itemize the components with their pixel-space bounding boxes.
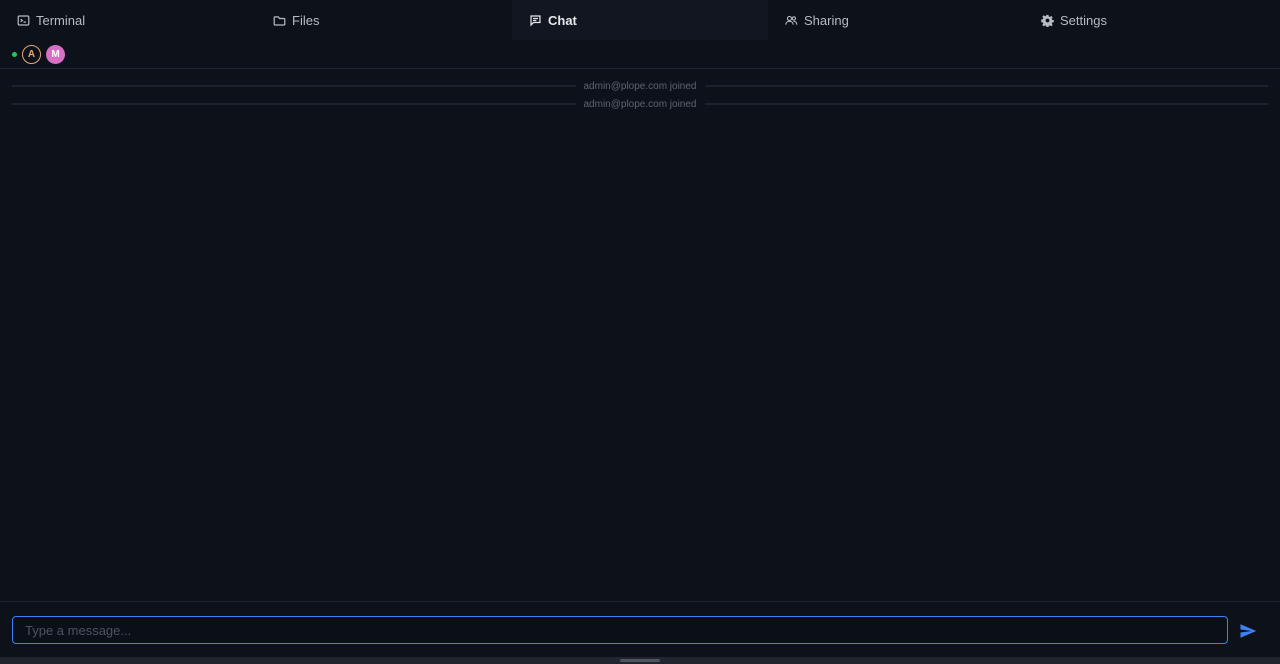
avatar[interactable]: M: [46, 44, 65, 64]
presence-bar: A M: [0, 40, 1280, 69]
tab-files[interactable]: Files: [256, 0, 512, 40]
divider: [12, 85, 576, 87]
message-composer: [0, 601, 1280, 657]
system-message-text: admin@plope.com joined: [583, 80, 697, 92]
folder-icon: [273, 14, 286, 27]
tab-label: Sharing: [804, 12, 849, 28]
resize-handle[interactable]: [620, 659, 660, 662]
system-message: admin@plope.com joined: [12, 95, 1268, 113]
send-icon: [1240, 624, 1257, 638]
tab-label: Terminal: [36, 12, 86, 28]
tab-terminal[interactable]: Terminal: [0, 0, 256, 40]
tab-label: Chat: [548, 12, 577, 28]
avatar[interactable]: A: [22, 44, 41, 64]
tab-label: Settings: [1060, 12, 1107, 28]
send-button[interactable]: [1238, 621, 1258, 641]
gear-icon: [1041, 14, 1054, 27]
system-message-text: admin@plope.com joined: [583, 98, 697, 110]
terminal-icon: [17, 14, 30, 27]
divider: [12, 103, 576, 105]
message-list: admin@plope.com joined admin@plope.com j…: [12, 69, 1268, 601]
system-message: admin@plope.com joined: [12, 77, 1268, 95]
message-input[interactable]: [12, 616, 1228, 644]
chat-icon: [529, 14, 542, 27]
users-icon: [785, 14, 798, 27]
tab-sharing[interactable]: Sharing: [768, 0, 1024, 40]
tab-chat[interactable]: Chat: [512, 0, 768, 40]
divider: [704, 85, 1268, 87]
tab-settings[interactable]: Settings: [1024, 0, 1280, 40]
tab-bar: Terminal Files Chat Sharing Settings: [0, 0, 1280, 40]
divider: [704, 103, 1268, 105]
online-status-indicator: [12, 51, 17, 57]
tab-label: Files: [292, 12, 320, 28]
app-window: Terminal Files Chat Sharing Settings A M…: [0, 0, 1280, 664]
